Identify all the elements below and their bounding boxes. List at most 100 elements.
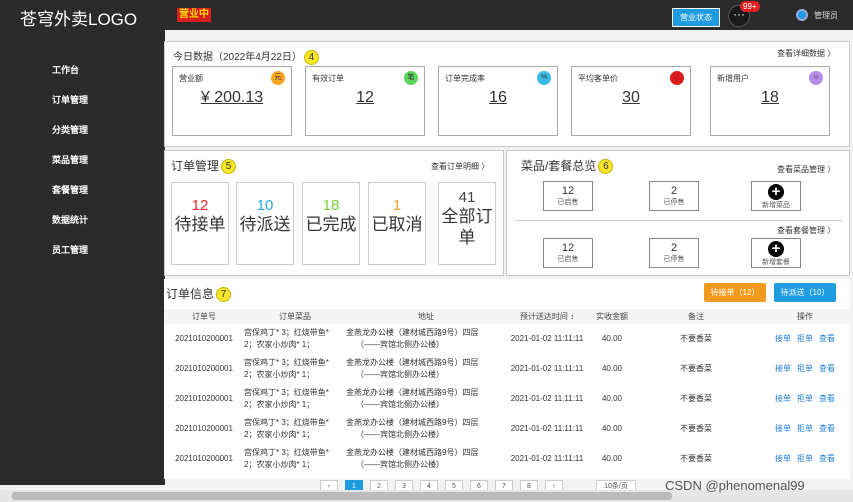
- add-dish-button[interactable]: + 新增菜品: [751, 181, 801, 211]
- view-detail-link[interactable]: 查看详细数据 〉: [777, 48, 835, 59]
- order-dishes: 宫保鸡丁* 3；红烧带鱼* 2；农家小炒肉* 1；: [244, 444, 346, 474]
- reject-button[interactable]: 拒单: [797, 364, 813, 373]
- scrollbar-thumb[interactable]: [12, 492, 672, 500]
- overview-card: 菜品/套餐总览 6 查看菜品管理 〉 12 已启售 2 已停售 + 新增菜品 查看套餐管…: [506, 150, 850, 276]
- order-status-all[interactable]: 41 全部订单: [438, 182, 496, 265]
- stat-value: ¥ 200.13: [200, 89, 264, 106]
- add-setmeal-button[interactable]: + 新增套餐: [751, 238, 801, 268]
- order-info-title-text: 订单信息: [166, 287, 215, 301]
- setmeal-on-sale[interactable]: 12 已启售: [543, 238, 593, 268]
- plus-icon: +: [768, 184, 784, 200]
- accept-button[interactable]: 接单: [775, 334, 791, 343]
- dish-on-sale[interactable]: 12 已启售: [543, 181, 593, 211]
- plus-icon: +: [768, 241, 784, 257]
- stat-value: 18: [761, 89, 779, 106]
- col-note: 备注: [636, 309, 756, 324]
- view-button[interactable]: 查看: [819, 424, 835, 433]
- dishes-line: 宫保鸡丁* 3；红烧带鱼*: [244, 448, 329, 457]
- order-status-to-deliver[interactable]: 10 待派送: [236, 182, 294, 265]
- count: 2: [670, 242, 678, 254]
- table-row: 2021010200001 宫保鸡丁* 3；红烧带鱼* 2；农家小炒肉* 1； 金燕龙…: [164, 324, 853, 354]
- accept-button[interactable]: 接单: [775, 394, 791, 403]
- order-id: 2021010200001: [175, 394, 233, 403]
- view-setmeal-mgmt-link[interactable]: 查看套餐管理 〉: [777, 225, 835, 236]
- stat-label: 新增用户: [717, 74, 749, 83]
- order-status-cancelled[interactable]: 1 已取消: [368, 182, 426, 265]
- view-button[interactable]: 查看: [819, 454, 835, 463]
- dishes-line: 宫保鸡丁* 3；红烧带鱼*: [244, 418, 329, 427]
- amount: 40.00: [601, 424, 623, 433]
- stat-label: 平均客单价: [578, 74, 618, 83]
- view-order-detail-link[interactable]: 查看订单明细 〉: [431, 161, 489, 172]
- address-line: （——宾馆北侧办公楼）: [356, 340, 444, 349]
- reject-button[interactable]: 拒单: [797, 424, 813, 433]
- overview-title-text: 菜品/套餐总览: [521, 159, 597, 173]
- accept-button[interactable]: 接单: [775, 454, 791, 463]
- app: 苍穹外卖LOGO 营业中 营业状态 ··· 99+ 管理员 工作台 订单管理 分…: [0, 0, 853, 502]
- order-dishes: 宫保鸡丁* 3；红烧带鱼* 2；农家小炒肉* 1；: [244, 324, 346, 354]
- order-count: 10: [256, 197, 274, 214]
- order-address: 金燕龙办公楼（建材城西路9号）四层 （——宾馆北侧办公楼）: [346, 414, 506, 444]
- count: 12: [561, 242, 575, 254]
- yuan-icon: 元: [271, 71, 285, 85]
- pending-orders-button[interactable]: 待接单（12）: [704, 283, 766, 302]
- sidebar-item-dishes[interactable]: 菜品管理: [52, 153, 88, 166]
- amount: 40.00: [601, 454, 623, 463]
- accept-button[interactable]: 接单: [775, 424, 791, 433]
- order-count-icon: 笔: [404, 71, 418, 85]
- reject-button[interactable]: 拒单: [797, 334, 813, 343]
- reject-button[interactable]: 拒单: [797, 394, 813, 403]
- stat-card-new-users: 新增用户 ☺ 18: [710, 66, 830, 136]
- avatar[interactable]: [796, 9, 808, 21]
- order-status-completed[interactable]: 18 已完成: [302, 182, 360, 265]
- table-header: 订单号 订单菜品 地址 预计送达时间 ↕ 实收金额 备注 操作: [164, 309, 853, 324]
- label: 已启售: [557, 199, 579, 206]
- sidebar-item-dashboard[interactable]: 工作台: [52, 63, 79, 76]
- stat-label: 有效订单: [312, 74, 344, 83]
- order-status-pending[interactable]: 12 待接单: [171, 182, 229, 265]
- table-row: 2021010200001 宫保鸡丁* 3；红烧带鱼* 2；农家小炒肉* 1； 金燕龙…: [164, 444, 853, 474]
- today-data-title-text: 今日数据（2022年4月22日）: [173, 52, 302, 63]
- address-line: 金燕龙办公楼（建材城西路9号）四层: [346, 358, 479, 367]
- view-dish-mgmt-link[interactable]: 查看菜品管理 〉: [777, 164, 835, 175]
- sidebar-item-employees[interactable]: 员工管理: [52, 243, 88, 256]
- count: 2: [670, 185, 678, 197]
- address-line: （——宾馆北侧办公楼）: [356, 400, 444, 409]
- view-button[interactable]: 查看: [819, 334, 835, 343]
- address-line: （——宾馆北侧办公楼）: [356, 460, 444, 469]
- address-line: 金燕龙办公楼（建材城西路9号）四层: [346, 388, 479, 397]
- col-order-id: 订单号: [164, 309, 244, 324]
- annotation-badge: 4: [303, 49, 319, 65]
- sidebar-item-categories[interactable]: 分类管理: [52, 123, 88, 136]
- view-button[interactable]: 查看: [819, 394, 835, 403]
- order-label: 全部订单: [441, 207, 493, 247]
- delivery-time: 2021-01-02 11:11:11: [510, 334, 584, 343]
- dish-off-sale[interactable]: 2 已停售: [649, 181, 699, 211]
- order-label: 已取消: [371, 215, 423, 234]
- col-delivery-time[interactable]: 预计送达时间 ↕: [506, 309, 588, 324]
- note: 不要香菜: [680, 364, 712, 373]
- label: 已启售: [557, 256, 579, 263]
- annotation-badge: 6: [598, 159, 614, 175]
- accept-button[interactable]: 接单: [775, 364, 791, 373]
- sidebar-item-orders[interactable]: 订单管理: [52, 93, 88, 106]
- order-count: 1: [392, 197, 402, 214]
- reject-button[interactable]: 拒单: [797, 454, 813, 463]
- view-button[interactable]: 查看: [819, 364, 835, 373]
- order-address: 金燕龙办公楼（建材城西路9号）四层 （——宾馆北侧办公楼）: [346, 384, 506, 414]
- note: 不要香菜: [680, 394, 712, 403]
- username[interactable]: 管理员: [814, 10, 838, 21]
- order-mgmt-card: 订单管理 5 查看订单明细 〉 12 待接单 10 待派送 18 已完成 1 已取消 41…: [164, 150, 504, 276]
- sidebar-item-setmeals[interactable]: 套餐管理: [52, 183, 88, 196]
- label: 新增菜品: [762, 202, 790, 209]
- delivery-orders-button[interactable]: 待派送（10）: [774, 283, 836, 302]
- order-count: 41: [458, 189, 476, 206]
- business-status-button[interactable]: 营业状态: [672, 8, 720, 27]
- user-icon: ☺: [809, 71, 823, 85]
- order-id: 2021010200001: [175, 364, 233, 373]
- setmeal-off-sale[interactable]: 2 已停售: [649, 238, 699, 268]
- delivery-time: 2021-01-02 11:11:11: [510, 454, 584, 463]
- sidebar: 工作台 订单管理 分类管理 菜品管理 套餐管理 数据统计 员工管理: [0, 30, 165, 485]
- sidebar-item-statistics[interactable]: 数据统计: [52, 213, 88, 226]
- top-bar: 苍穹外卖LOGO 营业中 营业状态 ··· 99+ 管理员: [0, 0, 853, 30]
